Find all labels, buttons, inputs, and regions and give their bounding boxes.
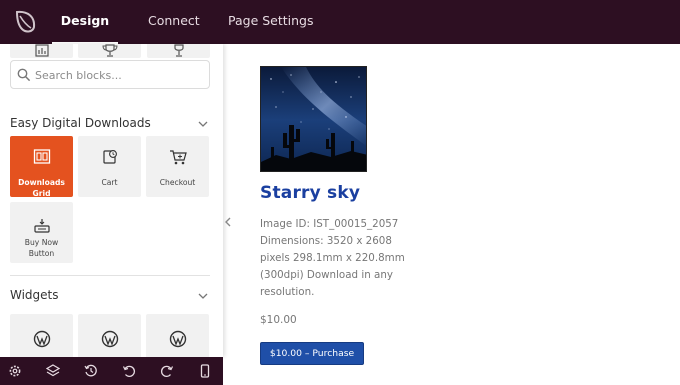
section-header-edd[interactable]: Easy Digital Downloads [10, 114, 210, 134]
buy-now-icon [33, 219, 50, 233]
block-cart[interactable]: Cart [78, 136, 141, 197]
top-bar: Design Connect Page Settings [0, 0, 680, 44]
block-buy-now-button[interactable]: Buy Now Button [10, 202, 73, 263]
purchase-button[interactable]: $10.00 – Purchase [260, 342, 364, 365]
bottom-toolbar [0, 357, 223, 385]
tab-design[interactable]: Design [52, 0, 118, 44]
search-icon [17, 68, 31, 82]
block-label: Cart [101, 178, 118, 187]
section-divider [10, 275, 210, 276]
layers-icon[interactable] [46, 364, 60, 378]
tab-page-settings[interactable]: Page Settings [228, 0, 314, 44]
product-description: Image ID: IST_00015_2057 Dimensions: 352… [260, 218, 405, 298]
search-input[interactable] [35, 62, 205, 88]
history-icon[interactable] [84, 364, 98, 378]
product-price: $10.00 [260, 314, 297, 326]
section-title: Easy Digital Downloads [10, 116, 151, 130]
chevron-down-icon[interactable] [198, 120, 208, 128]
settings-icon[interactable] [8, 364, 22, 378]
collapse-sidebar-icon[interactable] [223, 212, 233, 232]
mobile-preview-icon[interactable] [198, 364, 212, 378]
chart-icon [35, 44, 49, 57]
tab-connect[interactable]: Connect [148, 0, 200, 44]
leaf-logo-icon[interactable] [11, 7, 39, 35]
chevron-down-icon[interactable] [198, 292, 208, 300]
product-image[interactable] [260, 66, 367, 172]
block-checkout[interactable]: Checkout [146, 136, 209, 197]
block-label: Buy Now Button [24, 238, 59, 258]
block-sidebar: Easy Digital Downloads Downloads Grid Ca… [0, 44, 223, 357]
partial-block-row [10, 44, 210, 58]
checkout-cart-icon [169, 150, 187, 165]
wordpress-icon [101, 330, 118, 348]
wordpress-icon [169, 330, 186, 348]
undo-icon[interactable] [122, 364, 136, 378]
section-header-widgets[interactable]: Widgets [10, 286, 210, 306]
search-box [10, 60, 210, 89]
award-icon [174, 44, 184, 57]
wordpress-icon [33, 330, 50, 348]
block-downloads-grid[interactable]: Downloads Grid [10, 136, 73, 198]
block-widget[interactable] [78, 314, 141, 357]
block-widget[interactable] [146, 314, 209, 357]
section-title: Widgets [10, 288, 59, 302]
cart-clock-icon [102, 150, 117, 164]
grid-icon [33, 149, 50, 164]
block-label: Checkout [159, 178, 196, 187]
redo-icon[interactable] [160, 364, 174, 378]
block-label: Downloads Grid [18, 178, 65, 198]
trophy-icon [102, 44, 118, 57]
product-title[interactable]: Starry sky [260, 183, 360, 203]
block-widget[interactable] [10, 314, 73, 357]
starry-sky-image [261, 67, 366, 171]
